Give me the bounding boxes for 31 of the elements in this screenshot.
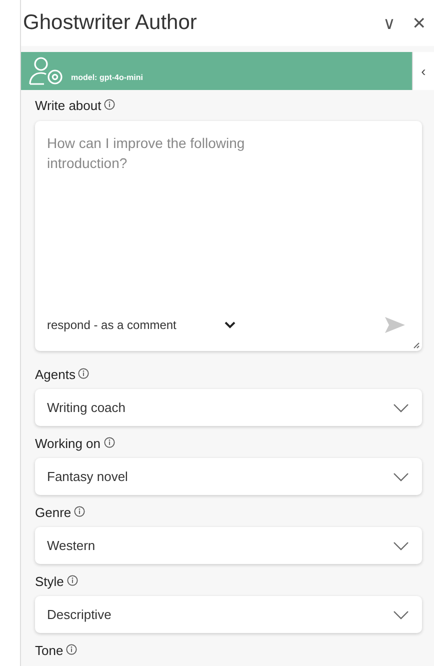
chevron-down-icon bbox=[393, 402, 409, 412]
info-icon bbox=[104, 437, 115, 448]
dropdown[interactable]: Writing coach bbox=[35, 389, 422, 426]
chevron-down-icon bbox=[393, 540, 409, 550]
field-label: Style bbox=[35, 574, 64, 589]
field-label: Tone bbox=[35, 643, 64, 658]
field-label: Working on bbox=[35, 436, 101, 451]
info-icon bbox=[66, 575, 78, 586]
dropdown[interactable]: Western bbox=[35, 527, 422, 564]
send-icon[interactable] bbox=[384, 316, 406, 334]
collapse-button[interactable]: ∨ bbox=[374, 12, 404, 34]
dropdown[interactable]: Descriptive bbox=[35, 596, 422, 633]
chevron-down-icon bbox=[393, 610, 409, 620]
field-label: Write about bbox=[35, 98, 102, 113]
resize-grip-icon bbox=[413, 342, 420, 349]
panel-title: Ghostwriter Author bbox=[23, 11, 198, 35]
side-tab[interactable]: ‹ bbox=[412, 52, 434, 90]
prompt-field[interactable]: How can I improve the following introduction? respond - as a comment bbox=[35, 121, 422, 351]
info-icon bbox=[66, 644, 78, 655]
chevron-down-icon bbox=[224, 321, 236, 329]
dropdown[interactable]: Fantasy novel bbox=[35, 458, 422, 495]
info-icon bbox=[104, 99, 116, 110]
user-settings-icon bbox=[29, 56, 65, 86]
respond-mode-dropdown[interactable]: respond - as a comment bbox=[47, 318, 236, 332]
chevron-down-icon bbox=[393, 472, 409, 482]
info-icon bbox=[78, 368, 90, 379]
info-icon bbox=[74, 506, 86, 517]
field-label: Genre bbox=[35, 505, 72, 520]
close-button[interactable]: ✕ bbox=[404, 12, 434, 34]
field-label: Agents bbox=[35, 367, 76, 382]
model-label: model: gpt-4o-mini bbox=[71, 72, 143, 82]
